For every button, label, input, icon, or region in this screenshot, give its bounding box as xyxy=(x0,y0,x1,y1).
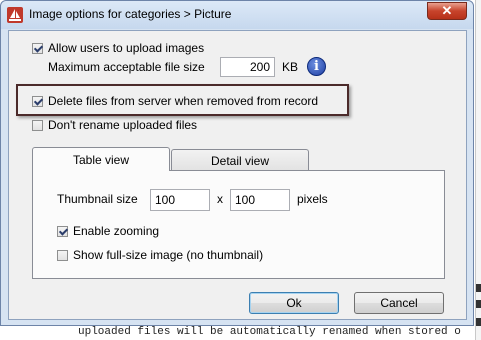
max-size-input[interactable] xyxy=(220,57,275,77)
dont-rename-checkbox-row[interactable]: Don't rename uploaded files xyxy=(32,118,197,132)
close-button[interactable]: ✕ xyxy=(427,2,467,20)
dont-rename-checkbox[interactable] xyxy=(32,119,43,131)
delete-files-label: Delete files from server when removed fr… xyxy=(48,94,319,108)
background-mark xyxy=(476,284,481,292)
enable-zoom-label: Enable zooming xyxy=(73,224,160,238)
delete-files-checkbox-row[interactable]: Delete files from server when removed fr… xyxy=(32,94,318,108)
info-icon[interactable]: i xyxy=(307,57,326,76)
app-sailboat-icon xyxy=(7,7,23,23)
full-size-label: Show full-size image (no thumbnail) xyxy=(73,248,264,262)
full-size-checkbox-row[interactable]: Show full-size image (no thumbnail) xyxy=(57,248,263,262)
allow-upload-checkbox[interactable] xyxy=(32,42,43,54)
thumb-size-label: Thumbnail size xyxy=(57,192,138,206)
allow-upload-label: Allow users to upload images xyxy=(48,41,205,55)
thumb-width-input[interactable] xyxy=(150,189,210,211)
close-icon: ✕ xyxy=(441,3,453,18)
ok-button[interactable]: Ok xyxy=(249,292,339,314)
tab-detail-view[interactable]: Detail view xyxy=(171,149,309,171)
pixels-label: pixels xyxy=(297,192,328,206)
title-bar[interactable]: Image options for categories > Picture ✕ xyxy=(1,1,473,29)
thumb-height-input[interactable] xyxy=(230,189,290,211)
times-label: x xyxy=(217,192,223,206)
max-size-unit: KB xyxy=(282,60,299,74)
background-mark xyxy=(476,300,481,308)
max-size-label: Maximum acceptable file size xyxy=(48,60,205,74)
tab-detail-view-label: Detail view xyxy=(210,153,270,168)
enable-zoom-checkbox[interactable] xyxy=(57,225,68,237)
ok-button-label: Ok xyxy=(286,296,302,310)
enable-zoom-checkbox-row[interactable]: Enable zooming xyxy=(57,224,159,238)
tab-table-view-label: Table view xyxy=(72,152,130,167)
allow-upload-checkbox-row[interactable]: Allow users to upload images xyxy=(32,41,204,55)
window-title: Image options for categories > Picture xyxy=(29,7,232,21)
full-size-checkbox[interactable] xyxy=(57,249,68,261)
cancel-button-label: Cancel xyxy=(380,296,418,310)
tab-table-view[interactable]: Table view xyxy=(32,147,170,171)
background-text: uploaded files will be automatically ren… xyxy=(78,326,461,338)
delete-files-checkbox[interactable] xyxy=(32,95,43,107)
dont-rename-label: Don't rename uploaded files xyxy=(48,118,198,132)
background-mark xyxy=(476,318,481,326)
cancel-button[interactable]: Cancel xyxy=(354,292,444,314)
